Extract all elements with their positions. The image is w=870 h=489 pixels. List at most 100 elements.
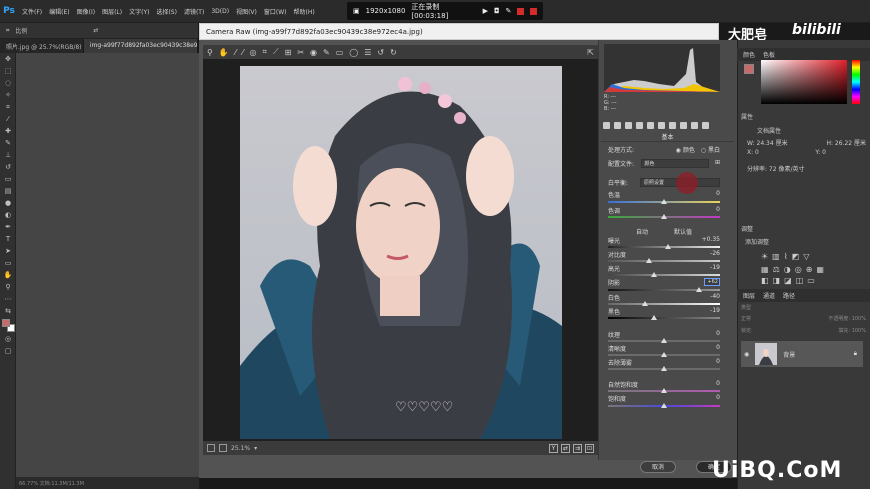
play-icon[interactable]: ▶ xyxy=(483,7,488,15)
path-select-icon[interactable]: ➤ xyxy=(0,245,16,257)
temp-value[interactable]: 0 xyxy=(716,190,720,199)
menu-edit[interactable]: 编辑(E) xyxy=(49,7,69,16)
open-ps-icon[interactable]: ⇱ xyxy=(587,48,594,57)
dehaze-thumb[interactable] xyxy=(661,366,667,371)
gradient-icon[interactable]: ▤ xyxy=(0,185,16,197)
hsl-tab-icon[interactable] xyxy=(636,122,643,129)
window-icon[interactable]: ▣ xyxy=(353,7,360,15)
contrast-value[interactable]: -26 xyxy=(710,250,720,259)
opacity-field[interactable]: 不透明度: 100% xyxy=(828,315,866,322)
camera-icon[interactable]: ◘ xyxy=(494,7,500,15)
tint-thumb[interactable] xyxy=(661,214,667,219)
move-tool-icon[interactable]: ✥ xyxy=(0,53,16,65)
swap-colors-icon[interactable]: ⇆ xyxy=(0,305,16,317)
exposure-thumb[interactable] xyxy=(665,244,671,249)
profile-browser-icon[interactable]: ⊞ xyxy=(715,159,720,168)
profile-select[interactable]: 颜色 xyxy=(640,159,709,168)
swap-before-after-button[interactable]: ⇄ xyxy=(561,443,570,453)
threshold-icon[interactable]: ◪ xyxy=(784,276,792,285)
whites-slider[interactable] xyxy=(608,301,720,306)
type-tool-icon[interactable]: T xyxy=(0,233,16,245)
radio-bw[interactable]: ○ 黑白 xyxy=(701,145,720,154)
screen-mode-icon[interactable]: ▢ xyxy=(0,345,16,357)
lookup-icon[interactable]: ▦ xyxy=(816,265,824,274)
spot-removal-icon[interactable]: ✂ xyxy=(297,48,304,57)
tint-value[interactable]: 0 xyxy=(716,206,720,215)
zoom-dropdown-icon[interactable]: ▾ xyxy=(254,445,257,452)
shadows-value[interactable]: +62 xyxy=(704,278,720,286)
calibration-tab-icon[interactable] xyxy=(680,122,687,129)
clarity-slider[interactable] xyxy=(608,352,720,357)
menu-help[interactable]: 帮助(H) xyxy=(294,7,315,16)
blend-mode-select[interactable]: 正常 xyxy=(741,315,751,322)
eyedropper-icon[interactable]: ⁄ xyxy=(0,113,16,125)
visibility-eye-icon[interactable]: ◉ xyxy=(744,351,749,358)
blacks-slider[interactable] xyxy=(608,315,720,320)
tab-swatches[interactable]: 色板 xyxy=(763,50,775,59)
hue-sat-icon[interactable]: ▦ xyxy=(761,265,769,274)
crop-tool-icon[interactable]: ⌗ xyxy=(0,101,16,113)
transform-icon[interactable]: ⊞ xyxy=(285,48,292,57)
detail-tab-icon[interactable] xyxy=(625,122,632,129)
shadows-thumb[interactable] xyxy=(696,287,702,292)
saturation-value[interactable]: 0 xyxy=(716,394,720,403)
contrast-thumb[interactable] xyxy=(646,258,652,263)
healing-brush-icon[interactable]: ✚ xyxy=(0,125,16,137)
target-adjust-icon[interactable]: ◎ xyxy=(250,48,257,57)
toggle-default-button[interactable]: ⊡ xyxy=(585,443,594,453)
compare-y-button[interactable]: Y xyxy=(549,443,558,453)
temp-slider[interactable] xyxy=(608,199,720,204)
cancel-button[interactable]: 取消 xyxy=(640,461,676,473)
selective-color-icon[interactable]: ◫ xyxy=(796,276,804,285)
radial-filter-icon[interactable]: ◯ xyxy=(349,48,358,57)
whites-value[interactable]: -40 xyxy=(710,293,720,302)
hue-slider[interactable] xyxy=(852,60,860,104)
clarity-thumb[interactable] xyxy=(661,352,667,357)
tab-color[interactable]: 颜色 xyxy=(743,50,755,59)
basic-tab-icon[interactable] xyxy=(603,122,610,129)
zoom-icon[interactable]: ⚲ xyxy=(207,48,213,57)
tint-slider[interactable] xyxy=(608,214,720,219)
marquee-tool-icon[interactable]: ⬚ xyxy=(0,65,16,77)
rotate-left-icon[interactable]: ↺ xyxy=(377,48,384,57)
gradient-map-icon[interactable]: ▭ xyxy=(807,276,815,285)
saturation-slider[interactable] xyxy=(608,403,720,408)
snapshots-tab-icon[interactable] xyxy=(702,122,709,129)
tab-channels[interactable]: 通道 xyxy=(763,291,775,300)
posterize-icon[interactable]: ◨ xyxy=(773,276,781,285)
pen-tool-icon[interactable]: ✒ xyxy=(0,221,16,233)
saturation-thumb[interactable] xyxy=(661,403,667,408)
doc-tab-2[interactable]: img-a99f77d892fa03ec90439c38e9 xyxy=(83,39,198,53)
auto-button[interactable]: 自动 xyxy=(636,227,648,236)
eraser-icon[interactable]: ▭ xyxy=(0,173,16,185)
contrast-slider[interactable] xyxy=(608,258,720,263)
zoom-in-button[interactable] xyxy=(219,444,227,452)
texture-slider[interactable] xyxy=(608,338,720,343)
curves-icon[interactable]: ⌇ xyxy=(784,252,788,261)
history-brush-icon[interactable]: ↺ xyxy=(0,161,16,173)
menu-select[interactable]: 选择(S) xyxy=(156,7,177,16)
fill-field[interactable]: 填充: 100% xyxy=(838,327,866,334)
straighten-icon[interactable]: ⟋ xyxy=(273,47,279,57)
quickmask-icon[interactable]: ◎ xyxy=(0,333,16,345)
menu-image[interactable]: 图像(I) xyxy=(77,7,95,16)
menu-view[interactable]: 视图(V) xyxy=(236,7,257,16)
layer-name[interactable]: 背景 xyxy=(783,350,795,359)
rotate-right-icon[interactable]: ↻ xyxy=(390,48,397,57)
magic-wand-icon[interactable]: ✧ xyxy=(0,89,16,101)
crop-icon[interactable]: ⌗ xyxy=(263,47,268,57)
blacks-value[interactable]: -19 xyxy=(710,307,720,316)
exposure-slider[interactable] xyxy=(608,244,720,249)
zoom-level[interactable]: 25.1% xyxy=(231,445,250,452)
texture-thumb[interactable] xyxy=(661,338,667,343)
brush-tool-icon[interactable]: ✎ xyxy=(0,137,16,149)
layer-background[interactable]: ◉ 背景 🔒︎ xyxy=(741,341,863,367)
pause-icon[interactable] xyxy=(517,7,525,15)
blacks-thumb[interactable] xyxy=(651,315,657,320)
wb-tool-icon[interactable]: ⁄ xyxy=(235,48,236,57)
ratio-select[interactable]: 比例 xyxy=(15,26,27,35)
clarity-value[interactable]: 0 xyxy=(716,344,720,353)
dehaze-value[interactable]: 0 xyxy=(716,358,720,367)
lasso-tool-icon[interactable]: ◌ xyxy=(0,77,16,89)
dodge-icon[interactable]: ◐ xyxy=(0,209,16,221)
